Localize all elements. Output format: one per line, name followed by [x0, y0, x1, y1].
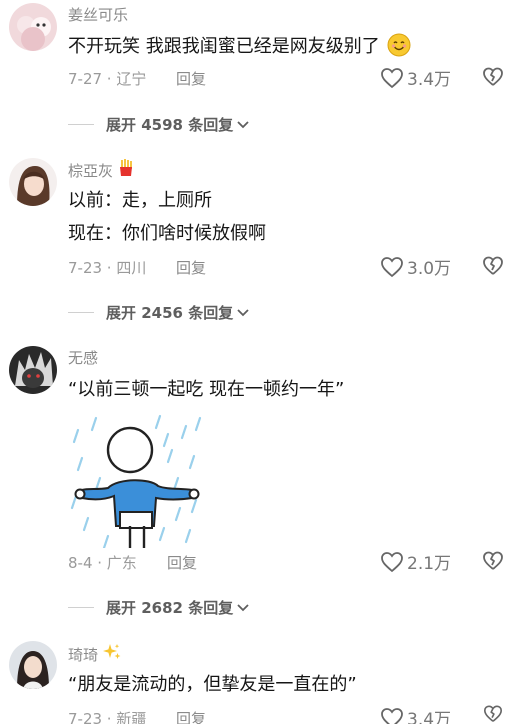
broken-heart-icon[interactable] — [482, 704, 504, 724]
comment-text-line: 不开玩笑 我跟我闺蜜已经是网友级别了 — [68, 36, 380, 57]
like-button[interactable]: 3.4万 — [380, 705, 451, 724]
username-text: 琦琦 — [68, 646, 99, 664]
broken-heart-icon[interactable] — [482, 255, 504, 277]
comment-username[interactable]: 琦琦 — [68, 643, 122, 665]
like-button[interactable]: 3.4万 — [380, 65, 451, 90]
comment-meta: 7-27 · 辽宁 — [68, 70, 147, 88]
heart-outline-icon — [381, 256, 403, 277]
comment-text: “朋友是流动的，但挚友是一直在的” — [68, 674, 357, 695]
expand-replies-button[interactable]: 展开 4598 条回复 — [68, 114, 250, 135]
smiling-face-emoji-icon — [387, 33, 411, 57]
chevron-down-icon — [237, 308, 249, 316]
like-count: 3.0万 — [407, 259, 452, 279]
broken-heart-icon[interactable] — [482, 66, 504, 88]
reply-button[interactable]: 回复 — [167, 552, 197, 573]
like-count: 2.1万 — [407, 554, 452, 574]
divider-line — [68, 124, 94, 125]
french-fries-emoji-icon — [117, 159, 135, 181]
comment-text: 不开玩笑 我跟我闺蜜已经是网友级别了 — [68, 33, 411, 59]
comment-meta: 8-4 · 广东 — [68, 554, 137, 572]
broken-heart-icon[interactable] — [482, 550, 504, 572]
avatar[interactable] — [9, 3, 57, 51]
sticker-image[interactable] — [68, 408, 208, 550]
username-text: 姜丝可乐 — [68, 6, 129, 24]
comment-username[interactable]: 棕亞灰 — [68, 159, 135, 181]
like-button[interactable]: 2.1万 — [380, 549, 451, 574]
expand-replies-label: 展开 4598 条回复 — [106, 116, 234, 134]
avatar[interactable] — [9, 346, 57, 394]
username-text: 无感 — [68, 349, 99, 367]
username-text: 棕亞灰 — [68, 162, 114, 180]
like-button[interactable]: 3.0万 — [380, 254, 451, 279]
reply-button[interactable]: 回复 — [176, 257, 206, 278]
expand-replies-label: 展开 2456 条回复 — [106, 304, 234, 322]
divider-line — [68, 312, 94, 313]
comment-meta: 7-23 · 新疆 — [68, 710, 147, 724]
like-count: 3.4万 — [407, 70, 452, 90]
expand-replies-button[interactable]: 展开 2682 条回复 — [68, 597, 250, 618]
reply-button[interactable]: 回复 — [176, 68, 206, 89]
comment-text: 以前：走，上厕所 — [68, 190, 212, 211]
comment-meta: 7-23 · 四川 — [68, 259, 147, 277]
chevron-down-icon — [237, 603, 249, 611]
expand-replies-label: 展开 2682 条回复 — [106, 599, 234, 617]
heart-outline-icon — [381, 551, 403, 572]
heart-outline-icon — [381, 67, 403, 88]
avatar[interactable] — [9, 158, 57, 206]
comment-text: 现在：你们啥时候放假啊 — [68, 223, 266, 244]
like-count: 3.4万 — [407, 710, 452, 724]
heart-outline-icon — [381, 707, 403, 724]
chevron-down-icon — [237, 120, 249, 128]
comment-username[interactable]: 姜丝可乐 — [68, 4, 128, 25]
reply-button[interactable]: 回复 — [176, 708, 206, 724]
expand-replies-button[interactable]: 展开 2456 条回复 — [68, 302, 250, 323]
comment-text: “以前三顿一起吃 现在一顿约一年” — [68, 379, 345, 400]
sparkles-emoji-icon — [102, 643, 122, 665]
divider-line — [68, 607, 94, 608]
comment-username[interactable]: 无感 — [68, 347, 98, 368]
avatar[interactable] — [9, 641, 57, 689]
